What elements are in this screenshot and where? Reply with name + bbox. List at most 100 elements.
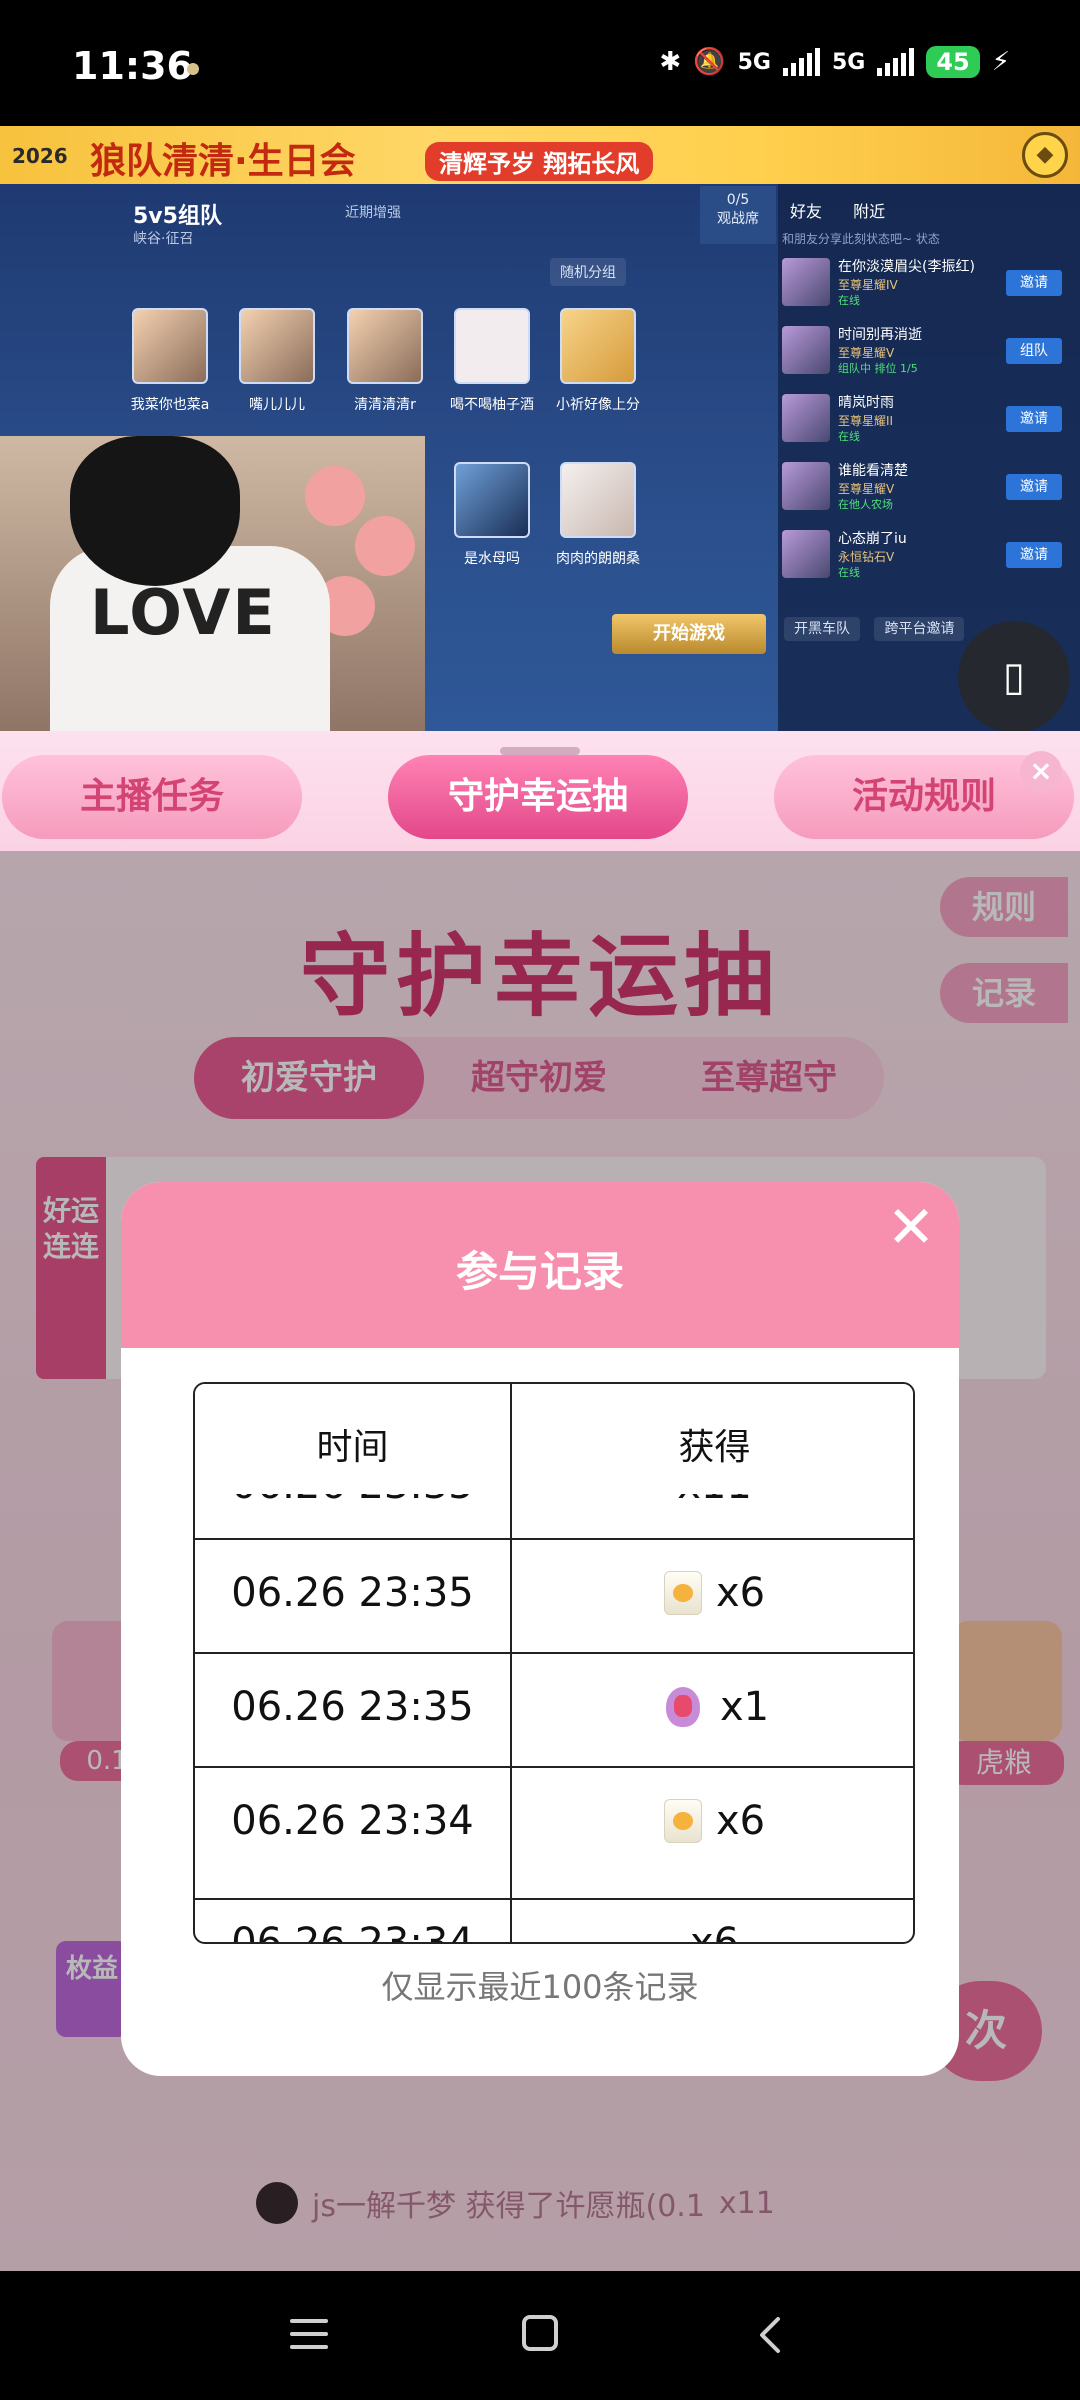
notification-dot-icon — [187, 63, 199, 75]
table-row-partial: 06.26 23:34 x6 — [195, 1898, 913, 1942]
friend-tabs: 好友 附近 — [790, 198, 911, 222]
close-icon[interactable]: ✕ — [883, 1198, 939, 1256]
tab-streamer-tasks[interactable]: 主播任务 — [2, 755, 302, 839]
friend-name: 晴岚时雨 — [838, 395, 894, 411]
close-icon[interactable]: × — [1020, 751, 1062, 793]
player-slot: 清清清清r — [330, 308, 440, 414]
friend-status: 在线 — [838, 294, 860, 307]
player-slot: 小祈好像上分 — [543, 308, 653, 414]
friend-name: 在你淡漠眉尖(李振红) — [838, 259, 975, 275]
record-time: 06.26 23:34 — [231, 1798, 474, 1844]
start-game-button: 开始游戏 — [612, 614, 766, 654]
player-name: 喝不喝柚子酒 — [450, 397, 534, 413]
spectator-seats: 0/5 观战席 — [700, 186, 776, 244]
friend-hint-text: 和朋友分享此刻状态吧~ — [782, 232, 913, 246]
spectator-label: 观战席 — [717, 211, 759, 227]
tab-friends: 好友 — [790, 202, 823, 221]
avatar — [454, 462, 530, 538]
invite-button: 邀请 — [1006, 474, 1062, 500]
friend-rank: 至尊星耀II — [838, 414, 894, 428]
player-name: 是水母吗 — [464, 551, 520, 567]
friend-status: 在线 — [838, 430, 860, 443]
modal-title: 参与记录 — [455, 1247, 624, 1296]
network-label-1: 5G — [737, 49, 771, 75]
player-name: 我菜你也菜a — [130, 397, 210, 413]
shirt-print: LOVE — [90, 576, 277, 649]
record-time: 06.26 23:35 — [231, 1684, 474, 1730]
drag-handle[interactable] — [500, 747, 580, 755]
friend-hint: 和朋友分享此刻状态吧~ 状态 — [782, 230, 940, 247]
header-time: 时间 — [316, 1427, 389, 1468]
tab-guardian-draw[interactable]: 守护幸运抽 — [388, 755, 688, 839]
record-reward: x6 — [512, 1570, 913, 1616]
guardian-shield-icon — [660, 1685, 706, 1729]
friend-status: 在线 — [838, 566, 860, 579]
rotate-screen-icon[interactable]: ▯ — [958, 621, 1070, 731]
friend-row: 晴岚时雨至尊星耀II 在线 邀请 — [782, 390, 1072, 450]
friend-rank: 至尊星耀V — [838, 346, 895, 360]
friend-name: 心态崩了iu — [838, 531, 907, 547]
record-qty: x6 — [715, 1570, 766, 1616]
live-stream-view[interactable]: 2026 狼队清清·生日会 清辉予岁 翔拓长风 ◆ 5v5组队 峡谷·征召 近期… — [0, 126, 1080, 731]
team-subtitle: 峡谷·征召 — [133, 231, 194, 247]
avatar — [454, 308, 530, 384]
friend-row: 在你淡漠眉尖(李振红) 至尊星耀IV 在线 邀请 — [782, 254, 1072, 314]
bluetooth-icon: ✱ — [659, 47, 682, 77]
team-title: 5v5组队 — [133, 204, 222, 229]
status-time: 11:36 — [72, 44, 193, 88]
avatar — [782, 394, 830, 442]
battery-level: 45 — [926, 46, 980, 78]
friend-status: 在他人农场 — [838, 498, 893, 511]
table-row: 06.26 23:35 x6 — [195, 1538, 913, 1652]
streamer-camera: LOVE — [0, 436, 425, 731]
player-slot: 喝不喝柚子酒 — [437, 308, 547, 414]
player-name: 小祈好像上分 — [556, 397, 640, 413]
avatar — [560, 308, 636, 384]
record-reward: x6 — [512, 1798, 913, 1844]
friend-name: 时间别再消逝 — [838, 327, 922, 343]
friend-row: 谁能看清楚 至尊星耀V 在他人农场 邀请 — [782, 458, 1072, 518]
player-slot: 我菜你也菜a — [115, 308, 225, 414]
records-note: 仅显示最近100条记录 — [381, 1968, 699, 2006]
friend-rank: 永恒钻石V — [838, 550, 895, 564]
avatar — [782, 258, 830, 306]
home-icon[interactable] — [522, 2315, 558, 2351]
recent-apps-icon[interactable] — [290, 2319, 328, 2351]
player-slot: 是水母吗 — [437, 462, 547, 568]
status-icons: ✱ 🔕 5G 5G 45 ⚡ — [659, 46, 1010, 78]
event-tab-bar: 主播任务 守护幸运抽 活动规则 × — [0, 731, 1080, 851]
squad-button: 开黑车队 — [784, 617, 860, 641]
system-nav-bar — [0, 2271, 1080, 2400]
invite-button: 邀请 — [1006, 270, 1062, 296]
avatar — [782, 462, 830, 510]
wolf-logo-icon: ◆ — [1022, 132, 1068, 178]
signal-icon — [782, 48, 820, 76]
record-reward: x1 — [512, 1684, 913, 1730]
avatar — [347, 308, 423, 384]
banner-year: 2026 — [12, 144, 68, 168]
mute-icon: 🔕 — [693, 47, 726, 77]
table-row-partial: 06.26 23:35 x11 — [195, 1494, 913, 1522]
friend-status-label: 状态 — [915, 232, 940, 246]
friend-rank: 至尊星耀IV — [838, 278, 898, 292]
friend-row: 时间别再消逝 至尊星耀V 组队中 排位 1/5 组队 — [782, 322, 1072, 382]
network-label-2: 5G — [831, 49, 866, 75]
cross-platform-button: 跨平台邀请 — [874, 617, 965, 641]
wish-bag-icon — [663, 1799, 702, 1843]
record-time: 06.26 23:35 — [195, 1494, 510, 1508]
avatar — [132, 308, 208, 384]
recent-boost: 近期增强 — [345, 205, 401, 221]
friend-status: 组队中 排位 1/5 — [838, 362, 918, 375]
player-name: 嘴儿儿儿 — [249, 397, 305, 413]
random-group-button: 随机分组 — [550, 258, 626, 286]
participation-records-modal: 参与记录 ✕ 06.26 23:35 x11 时间 获得 06.26 23:35… — [121, 1182, 959, 2076]
back-icon[interactable] — [752, 2315, 792, 2355]
player-name: 肉肉的朗朗桑 — [556, 551, 640, 567]
records-table[interactable]: 06.26 23:35 x11 时间 获得 06.26 23:35 x6 06.… — [193, 1382, 915, 1944]
invite-button: 邀请 — [1006, 406, 1062, 432]
record-qty: x11 — [512, 1494, 913, 1508]
header-get: 获得 — [678, 1427, 751, 1468]
spectator-count: 0/5 — [726, 192, 750, 208]
friend-name: 谁能看清楚 — [838, 463, 908, 479]
table-header: 时间 获得 — [195, 1384, 913, 1494]
